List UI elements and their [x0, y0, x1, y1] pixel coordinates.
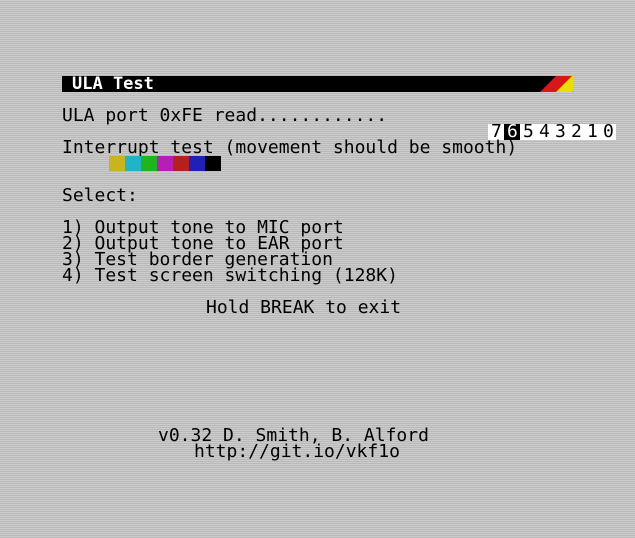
bit-5: 5	[520, 123, 537, 141]
select-label: Select:	[62, 185, 138, 206]
port-read-bits: 76543210	[445, 108, 617, 141]
bit-3: 3	[552, 123, 569, 141]
exit-hint: Hold BREAK to exit	[206, 297, 402, 318]
irq-cell-red	[173, 156, 189, 171]
ula-test-screen: ULA Test ULA port 0xFE read............ …	[0, 0, 635, 538]
app-title: ULA Test	[72, 76, 154, 92]
irq-cell-yellow	[109, 156, 125, 171]
irq-cell-blue	[189, 156, 205, 171]
bit-1: 1	[584, 123, 601, 141]
irq-cell-black	[205, 156, 221, 171]
irq-cell-magenta	[157, 156, 173, 171]
irq-cell-green	[141, 156, 157, 171]
title-bar: ULA Test	[62, 76, 573, 92]
bit-4: 4	[536, 123, 553, 141]
irq-cell-cyan	[125, 156, 141, 171]
bit-2: 2	[568, 123, 585, 141]
bit-0: 0	[600, 123, 617, 141]
port-read-label: ULA port 0xFE read............	[62, 105, 388, 126]
option-screen-switching[interactable]: 4) Test screen switching (128K)	[62, 267, 398, 285]
project-url: http://git.io/vkf1o	[194, 441, 400, 462]
interrupt-color-bar	[109, 156, 221, 171]
interrupt-test-label: Interrupt test (movement should be smoot…	[62, 137, 518, 158]
